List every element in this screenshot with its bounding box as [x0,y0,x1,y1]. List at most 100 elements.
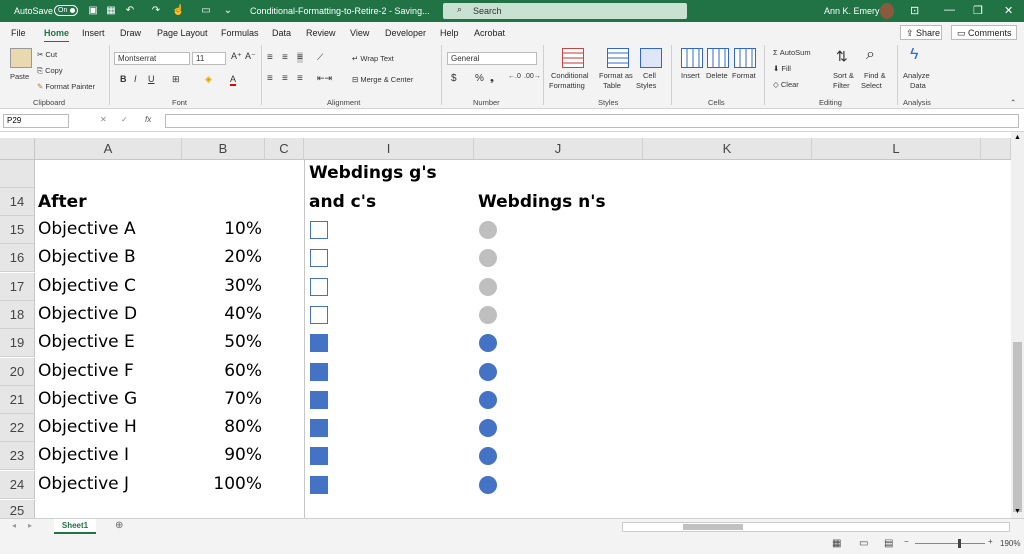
checked-box-icon[interactable] [310,419,328,437]
formula-input[interactable] [165,114,1019,128]
horizontal-scroll-thumb[interactable] [683,524,743,530]
currency-icon[interactable]: $ [451,73,457,84]
zoom-slider-thumb[interactable] [958,539,961,548]
row-header[interactable]: 22 [0,414,35,442]
gray-circle-icon[interactable] [479,249,497,267]
row-header[interactable]: 23 [0,442,35,470]
page-layout-view-icon[interactable]: ▭ [859,538,868,549]
comma-icon[interactable]: ❟ [490,73,494,84]
analyze-data-label-2[interactable]: Data [910,81,926,90]
tab-view[interactable]: View [350,28,369,38]
normal-view-icon[interactable]: ▦ [832,538,841,549]
delete-cells-icon[interactable] [707,48,729,68]
tab-developer[interactable]: Developer [385,28,426,38]
cell-styles-icon[interactable] [640,48,662,68]
horizontal-scrollbar[interactable] [622,522,1010,532]
objective-label[interactable]: Objective D [38,304,137,324]
orientation-icon[interactable]: ⟋ [317,52,323,63]
objective-label[interactable]: Objective E [38,332,135,352]
increase-font-icon[interactable]: A⁺ [231,51,242,62]
column-header-j[interactable]: J [474,138,643,160]
row-header[interactable]: 21 [0,386,35,414]
conditional-formatting-label[interactable]: Conditional [551,71,589,80]
comments-button[interactable]: ▭ Comments [951,25,1017,40]
objective-percent[interactable]: 10% [182,219,262,239]
share-button[interactable]: ⇪ Share [900,25,942,40]
filled-circle-icon[interactable] [479,334,497,352]
zoom-in-icon[interactable]: + [988,537,993,546]
customize-toolbar-icon[interactable]: ⌄ [222,5,234,17]
insert-function-icon[interactable]: fx [145,115,151,124]
row-header[interactable]: 24 [0,471,35,499]
align-center-icon[interactable]: ≡ [282,73,288,84]
checked-box-icon[interactable] [310,476,328,494]
minimize-icon[interactable]: — [944,4,955,16]
tab-review[interactable]: Review [306,28,336,38]
objective-label[interactable]: Objective H [38,417,137,437]
name-box[interactable]: P29 [3,114,69,128]
row-header[interactable]: 18 [0,301,35,329]
scroll-down-icon[interactable]: ▼ [1014,508,1021,515]
filled-circle-icon[interactable] [479,363,497,381]
tab-formulas[interactable]: Formulas [221,28,259,38]
sort-filter-label-2[interactable]: Filter [833,81,850,90]
objective-percent[interactable]: 100% [182,474,262,494]
filled-circle-icon[interactable] [479,419,497,437]
filled-circle-icon[interactable] [479,476,497,494]
tab-home[interactable]: Home [44,28,70,43]
objective-label[interactable]: Objective C [38,276,136,296]
collapse-ribbon-icon[interactable]: ⌃ [1010,98,1016,107]
find-select-label[interactable]: Find & [864,71,886,80]
format-cells-button[interactable]: Format [732,71,756,80]
autosave-toggle[interactable]: On [54,5,78,16]
sheet-tab-sheet1[interactable]: Sheet1 [54,519,96,534]
empty-box-icon[interactable] [310,306,328,324]
objective-label[interactable]: Objective B [38,247,136,267]
format-as-table-icon[interactable] [607,48,629,68]
column-header-next[interactable] [981,138,1011,160]
clear-button[interactable]: ◇ Clear [773,80,799,89]
insert-cells-button[interactable]: Insert [681,71,700,80]
italic-icon[interactable]: I [134,74,137,84]
add-sheet-icon[interactable]: ⊕ [115,520,123,531]
fill-color-icon[interactable]: ◈ [205,74,212,85]
search-box[interactable]: ⌕ Search [443,3,687,19]
sort-filter-icon[interactable]: ⇅ [836,48,848,65]
after-heading[interactable]: After [38,192,87,212]
column-j-heading[interactable]: Webdings n's [478,192,606,212]
align-left-icon[interactable]: ≡ [267,73,273,84]
spreadsheet-grid[interactable]: A B C I J K L 14 Webdings g's and c's We… [0,132,1024,520]
percent-icon[interactable]: % [475,73,484,84]
borders-icon[interactable]: ⊞ [172,74,180,85]
column-header-b[interactable]: B [182,138,265,160]
save-icon[interactable]: ▣ [87,5,99,17]
objective-percent[interactable]: 80% [182,417,262,437]
tab-help[interactable]: Help [440,28,459,38]
indent-icon[interactable]: ⇤⇥ [317,73,332,84]
zoom-out-icon[interactable]: − [904,537,909,546]
objective-percent[interactable]: 30% [182,276,262,296]
objective-label[interactable]: Objective G [38,389,137,409]
underline-icon[interactable]: U [148,74,155,84]
objective-label[interactable]: Objective A [38,219,136,239]
conditional-formatting-label-2[interactable]: Formatting [549,81,585,90]
checked-box-icon[interactable] [310,391,328,409]
prev-sheet-icon[interactable]: ◂ [12,521,16,530]
empty-box-icon[interactable] [310,221,328,239]
paste-button[interactable]: Paste [10,72,29,81]
objective-label[interactable]: Objective I [38,445,129,465]
align-middle-icon[interactable]: ≡ [282,52,288,63]
column-header-l[interactable]: L [812,138,981,160]
objective-label[interactable]: Objective F [38,361,134,381]
decrease-font-icon[interactable]: A⁻ [245,51,256,62]
tab-file[interactable]: File [11,28,26,38]
find-select-icon[interactable]: ⌕ [866,46,875,64]
tab-acrobat[interactable]: Acrobat [474,28,505,38]
align-bottom-icon[interactable]: ≡ [297,52,303,63]
find-select-label-2[interactable]: Select [861,81,882,90]
cell-styles-label[interactable]: Cell [643,71,656,80]
merge-center-button[interactable]: ⊟ Merge & Center [352,75,413,84]
zoom-slider[interactable] [915,543,985,544]
cut-button[interactable]: ✂ Cut [37,50,57,59]
objective-percent[interactable]: 20% [182,247,262,267]
